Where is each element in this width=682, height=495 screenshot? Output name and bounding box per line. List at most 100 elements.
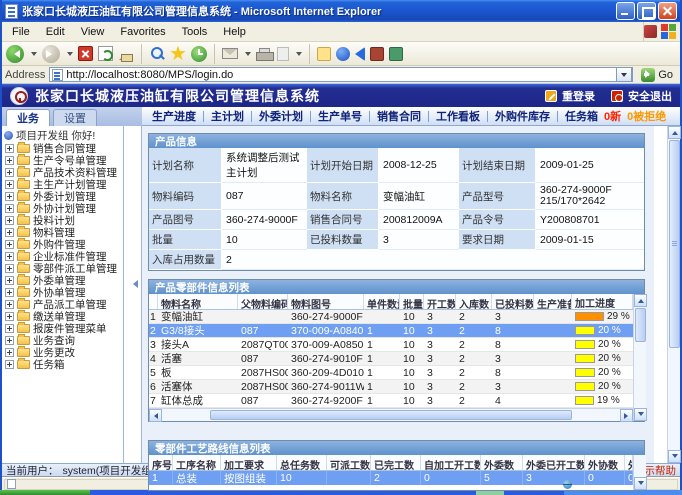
history-button[interactable]	[191, 46, 207, 62]
favorites-button[interactable]	[170, 46, 186, 62]
scrollbar-thumb[interactable]	[669, 140, 680, 348]
column-header[interactable]: 单件数量	[364, 294, 400, 309]
expand-icon[interactable]	[5, 288, 14, 297]
horizontal-scrollbar[interactable]	[149, 408, 633, 421]
page-scrollbar[interactable]	[667, 126, 680, 463]
table-row[interactable]: 1 变幅油缸 360-274-9000F 10 3 2 3 29 %	[149, 310, 633, 324]
scroll-down-button[interactable]	[634, 408, 647, 421]
nav-task-box[interactable]: 任务箱	[565, 108, 598, 124]
maximize-button[interactable]	[637, 2, 656, 20]
expand-icon[interactable]	[5, 192, 14, 201]
column-header[interactable]: 已完工数	[371, 455, 421, 470]
table-row-selected[interactable]: 1 总装 按图组装 10 2 0 5 3 0 0	[149, 471, 633, 485]
menu-help[interactable]: Help	[215, 26, 254, 38]
column-header[interactable]: 批量	[400, 294, 424, 309]
scroll-down-button[interactable]	[634, 477, 647, 490]
column-header[interactable]: 物料图号	[288, 294, 364, 309]
research-button[interactable]	[370, 47, 384, 61]
expand-icon[interactable]	[5, 156, 14, 165]
mail-button[interactable]	[222, 48, 238, 59]
nav-production-order[interactable]: 生产单号	[318, 108, 362, 124]
menu-file[interactable]: File	[4, 26, 38, 38]
table-row[interactable]: 3 接头A 2087QT002 370-009-A0850 1 10 3 2 8	[149, 338, 633, 352]
address-input[interactable]	[66, 69, 616, 81]
relogin-button[interactable]: 重登录	[545, 88, 595, 104]
expand-icon[interactable]	[5, 324, 14, 333]
column-header[interactable]: 已投料数	[492, 294, 534, 309]
column-header[interactable]: 可派工数	[327, 455, 371, 470]
tab-business[interactable]: 业务	[6, 109, 50, 126]
scrollbar-thumb[interactable]	[635, 308, 646, 342]
expand-icon[interactable]	[5, 312, 14, 321]
vertical-scrollbar[interactable]	[633, 455, 646, 490]
table-row-selected[interactable]: 2 G3/8接头 087 370-009-A0840 1 10 3 2 8 2	[149, 324, 633, 338]
back-button[interactable]	[6, 45, 24, 63]
back-dropdown-icon[interactable]	[31, 52, 37, 59]
menu-favorites[interactable]: Favorites	[112, 26, 173, 38]
expand-icon[interactable]	[5, 180, 14, 189]
expand-icon[interactable]	[5, 276, 14, 285]
table-row[interactable]: 6 活塞体 2087HS002 360-274-9011W 1 10 3 2 3	[149, 380, 633, 394]
scroll-left-button[interactable]	[149, 409, 162, 422]
search-button[interactable]	[149, 46, 165, 62]
column-header[interactable]: 外委已开工数	[523, 455, 585, 470]
table-row[interactable]: 4 活塞 087 360-274-9010F 1 10 3 2 3 20 %	[149, 352, 633, 366]
messenger-button[interactable]	[389, 47, 403, 61]
expand-icon[interactable]	[5, 252, 14, 261]
badge-rejected-tasks[interactable]: 0被拒绝	[627, 108, 666, 124]
go-button[interactable]: Go	[637, 67, 677, 83]
scroll-right-button[interactable]	[620, 409, 633, 422]
close-button[interactable]	[658, 2, 677, 20]
nav-outsource-plan[interactable]: 外委计划	[259, 108, 303, 124]
menu-view[interactable]: View	[73, 26, 113, 38]
expand-icon[interactable]	[5, 204, 14, 213]
column-header[interactable]: 外协	[625, 455, 633, 470]
expand-icon[interactable]	[5, 264, 14, 273]
sidebar-item-task-box[interactable]: 任务箱	[2, 358, 123, 370]
column-header[interactable]: 加工要求	[221, 455, 277, 470]
edit-dropdown-icon[interactable]	[296, 52, 302, 59]
nav-master-plan[interactable]: 主计划	[211, 108, 244, 124]
vertical-scrollbar[interactable]	[633, 294, 646, 421]
column-header[interactable]: 自加工开工数	[421, 455, 481, 470]
expand-icon[interactable]	[5, 216, 14, 225]
menu-edit[interactable]: Edit	[38, 26, 73, 38]
mail-dropdown-icon[interactable]	[245, 52, 251, 59]
badge-new-tasks[interactable]: 0新	[604, 108, 621, 124]
forward-button[interactable]	[42, 45, 60, 63]
column-header[interactable]: 生产准备	[534, 294, 572, 309]
edit-button[interactable]	[277, 47, 289, 61]
scroll-up-button[interactable]	[668, 126, 681, 139]
table-row[interactable]: 7 缸体总成 087 360-274-9200F 1 10 3 2 4 19	[149, 394, 633, 408]
expand-icon[interactable]	[5, 168, 14, 177]
refresh-button[interactable]	[98, 46, 113, 61]
messenger-arrow-icon[interactable]	[355, 47, 365, 61]
nav-sales-contract[interactable]: 销售合同	[377, 108, 421, 124]
nav-production-progress[interactable]: 生产进度	[152, 108, 196, 124]
column-header[interactable]: 父物料编码	[238, 294, 288, 309]
notes-button[interactable]	[317, 47, 331, 61]
expand-icon[interactable]	[5, 360, 14, 369]
sidebar-splitter[interactable]	[124, 126, 142, 463]
logout-button[interactable]: 安全退出	[611, 88, 672, 104]
expand-icon[interactable]	[5, 348, 14, 357]
expand-icon[interactable]	[5, 240, 14, 249]
nav-purchased-stock[interactable]: 外购件库存	[495, 108, 550, 124]
table-row[interactable]: 5 板 2087HS002 360-209-4D010 1 10 3 2 8	[149, 366, 633, 380]
column-header[interactable]: 总任务数	[277, 455, 327, 470]
column-header[interactable]: 入库数	[456, 294, 492, 309]
column-header[interactable]: 工序名称	[173, 455, 221, 470]
tab-settings[interactable]: 设置	[53, 109, 97, 126]
column-header[interactable]: 物料名称	[158, 294, 238, 309]
scroll-down-button[interactable]	[668, 450, 681, 463]
scrollbar-thumb[interactable]	[210, 410, 572, 420]
column-header[interactable]: 外委数	[481, 455, 523, 470]
scroll-up-button[interactable]	[634, 294, 647, 307]
column-header[interactable]: 开工数	[424, 294, 456, 309]
forward-dropdown-icon[interactable]	[67, 52, 73, 59]
column-header[interactable]: 序号	[149, 455, 173, 470]
home-button[interactable]	[118, 47, 134, 61]
minimize-button[interactable]	[616, 2, 635, 20]
print-button[interactable]	[256, 48, 272, 60]
expand-icon[interactable]	[5, 228, 14, 237]
